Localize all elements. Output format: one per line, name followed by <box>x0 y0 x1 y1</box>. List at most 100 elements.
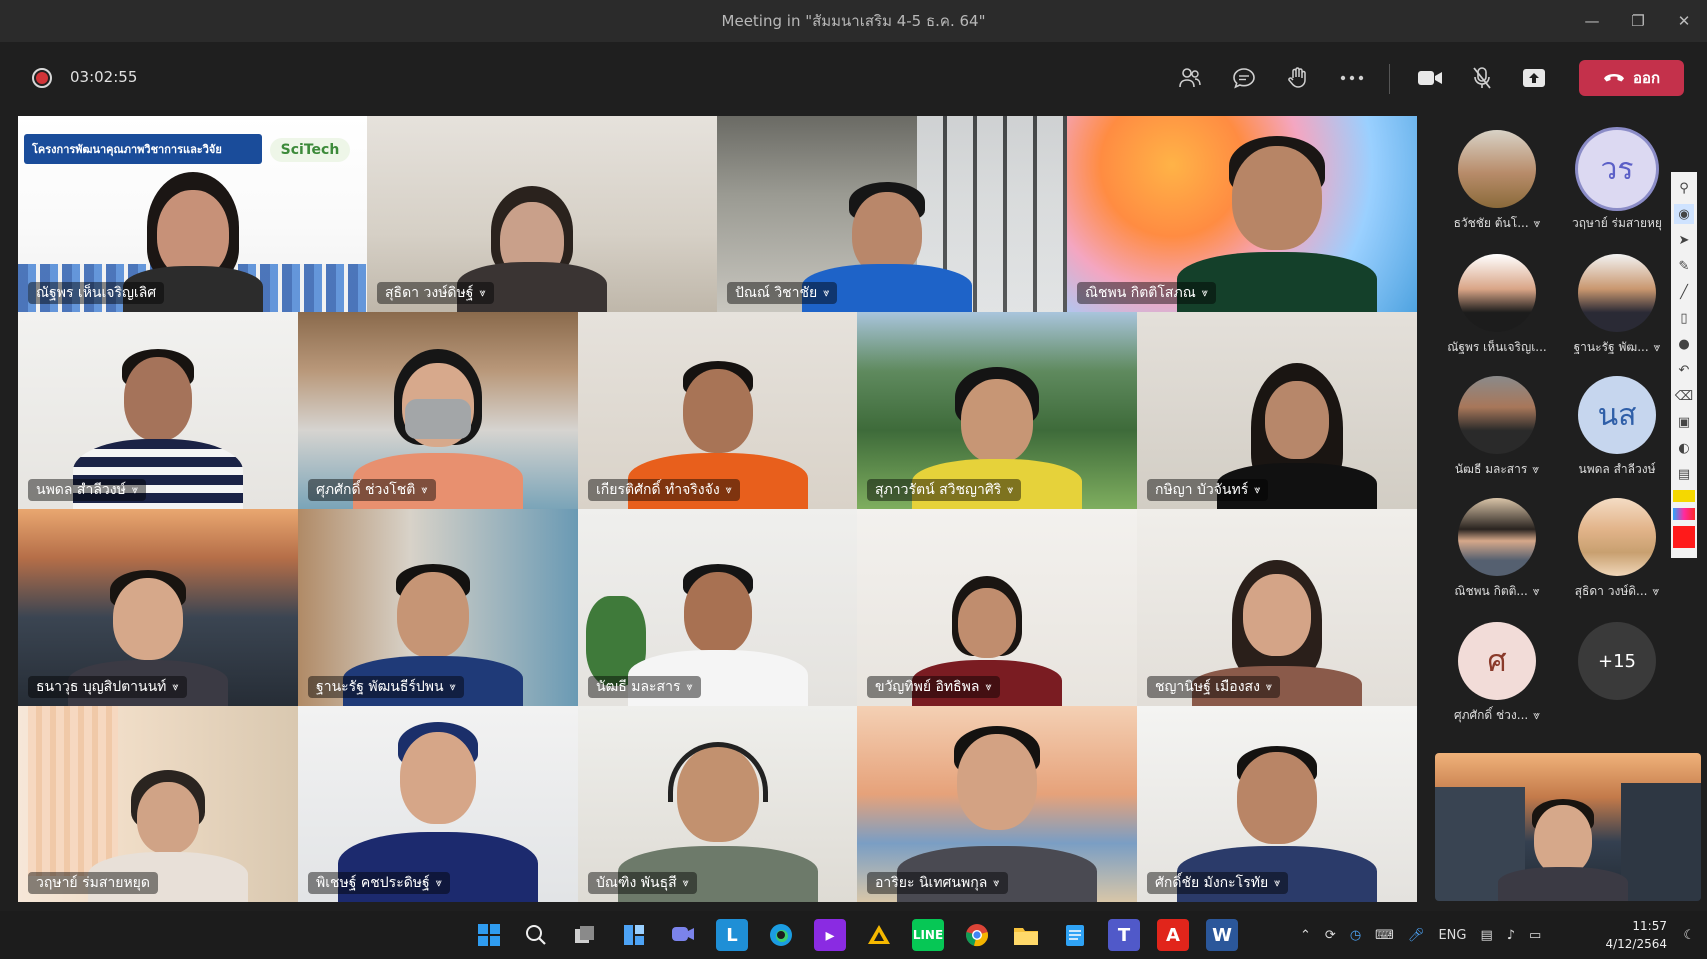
leave-button[interactable]: ออก <box>1579 60 1684 96</box>
visual-studio-icon[interactable]: ▸ <box>814 919 846 951</box>
video-tile[interactable]: นัฒธี มละสาร ⩔ <box>578 509 857 706</box>
input-language[interactable]: ENG <box>1438 928 1466 943</box>
acrobat-icon[interactable]: A <box>1157 919 1189 951</box>
board-icon[interactable]: ▣ <box>1674 412 1694 432</box>
volume-icon[interactable]: ♪ <box>1507 928 1515 943</box>
battery-icon[interactable]: ▭ <box>1529 928 1541 943</box>
chevron-up-icon[interactable]: ⌃ <box>1300 928 1311 943</box>
pin-icon[interactable]: ⚲ <box>1674 178 1694 198</box>
undo-icon[interactable]: ↶ <box>1674 360 1694 380</box>
participant-name-tag: พิเชษฐ์ คชประดิษฐ์ ⩔ <box>308 872 450 894</box>
mic-off-icon: ⩔ <box>1653 340 1661 354</box>
video-tile[interactable]: ขวัญทิพย์ อิทธิพล ⩔ <box>857 509 1137 706</box>
eraser-icon[interactable]: ▯ <box>1674 308 1694 328</box>
toolbar-actions <box>1170 58 1372 98</box>
participant-card[interactable]: ฐานะรัฐ พัฒ... ⩔ <box>1552 254 1682 357</box>
participant-card[interactable]: ธวัชชัย ต้นโ... ⩔ <box>1432 130 1562 233</box>
people-icon[interactable] <box>1170 58 1210 98</box>
notepad-icon[interactable] <box>1059 919 1091 951</box>
share-icon[interactable] <box>1514 58 1554 98</box>
more-icon[interactable] <box>1332 58 1372 98</box>
video-tile[interactable]: ธนาวุธ บุญสิปตานนท์ ⩔ <box>18 509 298 706</box>
restore-button[interactable]: ❐ <box>1615 0 1661 42</box>
more-participants[interactable]: +15 <box>1552 622 1682 700</box>
mic-off-icon[interactable] <box>1462 58 1502 98</box>
sync-icon[interactable]: ⟳ <box>1325 928 1336 943</box>
search-icon[interactable] <box>520 919 552 951</box>
teams-icon[interactable]: T <box>1108 919 1140 951</box>
camera-icon[interactable] <box>1410 58 1450 98</box>
word-icon[interactable]: W <box>1206 919 1238 951</box>
mic-off-icon: ⩔ <box>172 680 179 693</box>
widgets-icon[interactable] <box>618 919 650 951</box>
participant-card[interactable]: นัฒธี มละสาร ⩔ <box>1432 376 1562 479</box>
clock-app-icon[interactable]: ◷ <box>1350 928 1361 943</box>
participant-name-tag: กษิญา บัวจันทร์ ⩔ <box>1147 479 1269 501</box>
video-tile[interactable]: ฐานะรัฐ พัฒนธีร์ปพน ⩔ <box>298 509 578 706</box>
reactions-icon[interactable] <box>1278 58 1318 98</box>
participant-card[interactable]: ศ ศุภศักดิ์ ช่วง... ⩔ <box>1432 622 1562 725</box>
close-button[interactable]: ✕ <box>1661 0 1707 42</box>
participant-card[interactable]: สุธิดา วงษ์ดิ... ⩔ <box>1552 498 1682 601</box>
file-explorer-icon[interactable] <box>1010 919 1042 951</box>
participant-card[interactable]: วร วฤษาย์ ร่มสายหยุ <box>1552 130 1682 233</box>
avatar <box>1458 254 1536 332</box>
drive-icon[interactable] <box>863 919 895 951</box>
chrome-icon[interactable] <box>961 919 993 951</box>
participant-name: ณัฐพร เห็นเจริญเ... <box>1447 340 1547 354</box>
video-tile[interactable]: อาริยะ นิเทศนพกุล ⩔ <box>857 706 1137 902</box>
minimize-button[interactable]: — <box>1569 0 1615 42</box>
notification-icon[interactable]: ☾ <box>1683 911 1695 959</box>
teams-chat-icon[interactable] <box>667 919 699 951</box>
start-icon[interactable] <box>473 919 505 951</box>
participant-card[interactable]: ณิชพน กิตติ... ⩔ <box>1432 498 1562 601</box>
video-tile[interactable]: โครงการพัฒนาคุณภาพวิชาการและวิจัย SciTec… <box>18 116 367 312</box>
app-l-icon[interactable]: L <box>716 919 748 951</box>
line-icon[interactable]: ╱ <box>1674 282 1694 302</box>
camera-capture-icon[interactable]: ◐ <box>1674 438 1694 458</box>
eye-icon[interactable]: ◉ <box>1674 204 1694 224</box>
pen-icon[interactable]: ✎ <box>1674 256 1694 276</box>
video-tile[interactable]: ชญานิษฐ์ เมืองสง ⩔ <box>1137 509 1417 706</box>
mic-off-icon: ⩔ <box>1254 483 1261 496</box>
video-tile[interactable]: ปัณณ์ วิชาชัย ⩔ <box>717 116 1067 312</box>
mic-off-icon: ⩔ <box>479 286 486 299</box>
avatar <box>1458 498 1536 576</box>
video-tile[interactable]: กษิญา บัวจันทร์ ⩔ <box>1137 312 1417 509</box>
taskbar-clock[interactable]: 11:57 4/12/2564 <box>1605 917 1667 953</box>
cursor-icon[interactable]: ➤ <box>1674 230 1694 250</box>
dot-icon[interactable]: ● <box>1674 334 1694 354</box>
mic-off-icon: ⩔ <box>1533 216 1541 230</box>
video-tile[interactable]: วฤษาย์ ร่มสายหยุด <box>18 706 298 902</box>
participant-name: ธวัชชัย ต้นโ... <box>1453 216 1529 230</box>
video-tile[interactable]: สุธิดา วงษ์ดิษฐ์ ⩔ <box>367 116 717 312</box>
video-tile[interactable]: นพดล สำลีวงษ์ ⩔ <box>18 312 298 509</box>
clipboard-icon[interactable]: ▤ <box>1674 464 1694 484</box>
video-tile[interactable]: ศุภศักดิ์ ช่วงโชติ ⩔ <box>298 312 578 509</box>
task-view-icon[interactable] <box>569 919 601 951</box>
participant-card[interactable]: ณัฐพร เห็นเจริญเ... <box>1432 254 1562 357</box>
video-tile[interactable]: ศักดิ์ชัย มังกะโรทัย ⩔ <box>1137 706 1417 902</box>
microphone-icon[interactable]: 🎤︎ <box>1408 928 1425 943</box>
network-icon[interactable]: ▤ <box>1480 928 1492 943</box>
video-tile[interactable]: สุภาวรัตน์ สวิชญาศิริ ⩔ <box>857 312 1137 509</box>
video-tile[interactable]: บัณฑิง พันธุสี ⩔ <box>578 706 857 902</box>
participant-card[interactable]: นส นพดล สำลีวงษ์ <box>1552 376 1682 479</box>
color-swatch-multi[interactable] <box>1673 508 1695 520</box>
chat-icon[interactable] <box>1224 58 1264 98</box>
video-tile[interactable]: เกียรติศักดิ์ ทำจริงจัง ⩔ <box>578 312 857 509</box>
trash-icon[interactable]: ⌫ <box>1674 386 1694 406</box>
keyboard-icon[interactable]: ⌨ <box>1375 928 1394 943</box>
participant-name-tag: นัฒธี มละสาร ⩔ <box>588 676 701 698</box>
video-tile[interactable]: พิเชษฐ์ คชประดิษฐ์ ⩔ <box>298 706 578 902</box>
mic-off-icon: ⩔ <box>1532 584 1540 598</box>
participant-name: วฤษาย์ ร่มสายหยุ <box>1572 216 1662 230</box>
color-swatch-red[interactable] <box>1673 526 1695 548</box>
self-video-preview[interactable] <box>1435 753 1701 901</box>
participant-name-tag: นพดล สำลีวงษ์ ⩔ <box>28 479 147 501</box>
edge-icon[interactable] <box>765 919 797 951</box>
video-tile[interactable]: ณิชพน กิตติโสภณ ⩔ <box>1067 116 1417 312</box>
mic-off-icon: ⩔ <box>725 483 732 496</box>
color-swatch-yellow[interactable] <box>1673 490 1695 502</box>
line-app-icon[interactable]: LINE <box>912 919 944 951</box>
